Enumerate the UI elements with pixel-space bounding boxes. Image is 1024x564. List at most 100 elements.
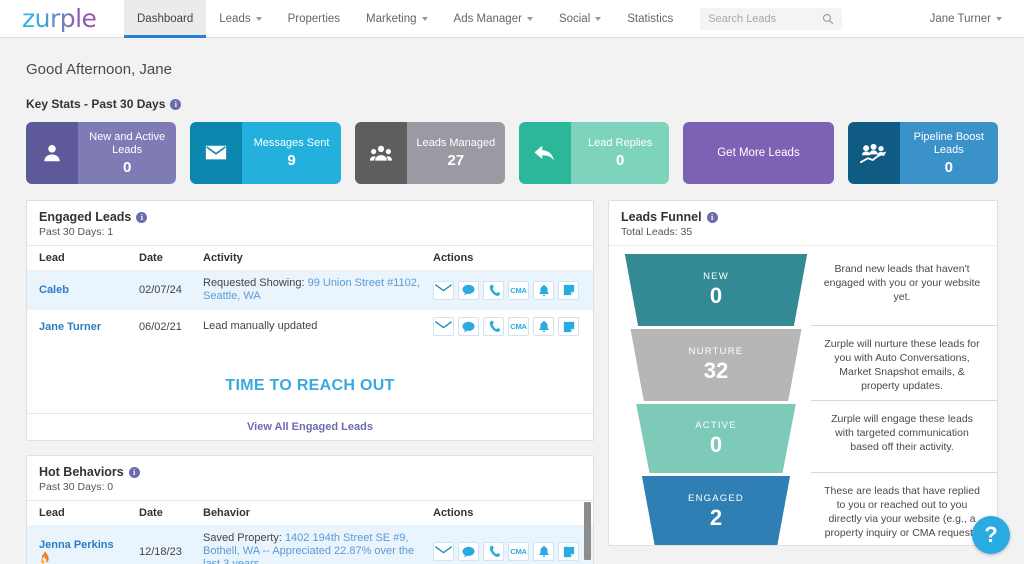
stat-card-get-more-leads[interactable]: Get More Leads [683, 122, 833, 184]
stat-card-leads-managed[interactable]: Leads Managed27 [355, 122, 505, 184]
stat-card-body: Get More Leads [683, 122, 833, 184]
chevron-down-icon [256, 17, 262, 21]
stat-card-body: Lead Replies0 [571, 122, 669, 184]
page-content: Good Afternoon, Jane Key Stats - Past 30… [0, 38, 1024, 564]
users-group-icon [355, 122, 407, 184]
leads-funnel-title: Leads Funnel [621, 210, 702, 224]
help-button[interactable]: ? [972, 516, 1010, 554]
lead-name-link[interactable]: Caleb [39, 284, 69, 296]
nav-item-social[interactable]: Social [546, 0, 614, 37]
main-nav-items: Dashboard Leads Properties Marketing Ads Man… [124, 0, 686, 37]
column-header-lead: Lead [27, 501, 139, 526]
note-icon[interactable] [558, 542, 579, 561]
funnel-stage-description: Brand new leads that haven't engaged wit… [811, 254, 997, 326]
column-header-behavior: Behavior [203, 501, 433, 526]
cma-icon[interactable]: CMA [508, 542, 529, 561]
table-row[interactable]: Jane Turner06/02/21Lead manually updated… [27, 310, 593, 343]
engaged-leads-panel: Engaged Leads i Past 30 Days: 1 LeadDate… [26, 200, 594, 441]
nav-item-properties[interactable]: Properties [275, 0, 353, 37]
info-icon[interactable]: i [129, 467, 140, 478]
column-header-date: Date [139, 246, 203, 271]
chat-bubble-icon[interactable] [458, 317, 479, 336]
funnel-stage-nurture[interactable]: NURTURE32Zurple will nurture these leads… [609, 329, 997, 401]
envelope-icon[interactable] [433, 542, 454, 561]
funnel-stage-active[interactable]: ACTIVE0Zurple will engage these leads wi… [609, 404, 997, 473]
nav-item-dashboard[interactable]: Dashboard [124, 0, 206, 37]
nav-item-ads-manager[interactable]: Ads Manager [441, 0, 546, 37]
lead-name-link[interactable]: Jenna Perkins [39, 539, 114, 551]
note-icon[interactable] [558, 281, 579, 300]
phone-icon[interactable] [483, 317, 504, 336]
chevron-down-icon [527, 17, 533, 21]
column-header-date: Date [139, 501, 203, 526]
view-all-engaged-leads-link[interactable]: View All Engaged Leads [27, 413, 593, 440]
table-row[interactable]: Caleb02/07/24Requested Showing: 99 Union… [27, 270, 593, 310]
funnel-stage-name: NEW [703, 271, 729, 282]
hot-behaviors-table: LeadDateBehaviorActions Jenna Perkins 12… [27, 500, 593, 564]
funnel-shape: NEW0 [621, 254, 811, 326]
phone-icon[interactable] [483, 542, 504, 561]
leads-funnel-subtitle: Total Leads: 35 [621, 226, 985, 238]
stat-card-value: 27 [447, 152, 464, 169]
bell-icon[interactable] [533, 317, 554, 336]
row-actions: CMA [433, 542, 587, 561]
nav-item-leads[interactable]: Leads [206, 0, 274, 37]
activity-text: Lead manually updated [203, 320, 427, 333]
funnel-shape: ENGAGED2 [621, 476, 811, 546]
nav-item-label: Marketing [366, 13, 417, 25]
cma-icon[interactable]: CMA [508, 317, 529, 336]
stat-card-body: New and Active Leads0 [78, 122, 176, 184]
phone-icon[interactable] [483, 281, 504, 300]
funnel-stage-value: 2 [710, 505, 722, 531]
engaged-leads-rows: Caleb02/07/24Requested Showing: 99 Union… [27, 270, 593, 343]
stat-card-label: Pipeline Boost Leads [905, 131, 993, 157]
note-icon[interactable] [558, 317, 579, 336]
lead-date: 02/07/24 [139, 270, 203, 310]
chat-bubble-icon[interactable] [458, 542, 479, 561]
stat-card-messages-sent[interactable]: Messages Sent9 [190, 122, 340, 184]
envelope-icon [190, 122, 242, 184]
app-logo[interactable]: zurple [0, 0, 108, 37]
info-icon[interactable]: i [136, 212, 147, 223]
cma-icon[interactable]: CMA [508, 281, 529, 300]
chevron-down-icon [996, 17, 1002, 21]
search-box[interactable] [700, 8, 842, 30]
envelope-icon[interactable] [433, 317, 454, 336]
stat-card-lead-replies[interactable]: Lead Replies0 [519, 122, 669, 184]
funnel-stage-value: 32 [704, 358, 728, 384]
table-row[interactable]: Jenna Perkins 12/18/23Saved Property: 14… [27, 525, 593, 564]
behavior-text: Saved Property: 1402 194th Street SE #9,… [203, 532, 427, 564]
stat-card-new-and-active-leads[interactable]: New and Active Leads0 [26, 122, 176, 184]
row-actions: CMA [433, 317, 587, 336]
fire-icon [39, 551, 133, 564]
funnel-stage-engaged[interactable]: ENGAGED2These are leads that have replie… [609, 476, 997, 546]
nav-item-statistics[interactable]: Statistics [614, 0, 686, 37]
stat-card-body: Leads Managed27 [407, 122, 505, 184]
engaged-leads-header: Engaged Leads i Past 30 Days: 1 [27, 201, 593, 245]
reply-arrow-icon [519, 122, 571, 184]
question-mark-icon: ? [984, 522, 997, 548]
stat-card-body: Messages Sent9 [242, 122, 340, 184]
info-icon[interactable]: i [707, 212, 718, 223]
engaged-leads-table: LeadDateActivityActions Caleb02/07/24Req… [27, 245, 593, 343]
user-menu[interactable]: Jane Turner [930, 0, 1024, 37]
bell-icon[interactable] [533, 542, 554, 561]
funnel-stage-new[interactable]: NEW0Brand new leads that haven't engaged… [609, 254, 997, 326]
search-icon[interactable] [822, 13, 834, 25]
chat-bubble-icon[interactable] [458, 281, 479, 300]
funnel-stage-description: These are leads that have replied to you… [811, 476, 997, 546]
vertical-scrollbar[interactable] [584, 502, 591, 560]
info-icon[interactable]: i [170, 99, 181, 110]
funnel-stage-value: 0 [710, 432, 722, 458]
stat-card-pipeline-boost-leads[interactable]: Pipeline Boost Leads0 [848, 122, 998, 184]
top-navigation-bar: zurple Dashboard Leads Properties Marketing… [0, 0, 1024, 38]
chevron-down-icon [595, 17, 601, 21]
envelope-icon[interactable] [433, 281, 454, 300]
search-input[interactable] [708, 13, 818, 25]
funnel-stage-name: NURTURE [689, 346, 744, 357]
leads-funnel-panel: Leads Funnel i Total Leads: 35 NEW0Brand… [608, 200, 998, 546]
lead-name-link[interactable]: Jane Turner [39, 321, 101, 333]
nav-item-label: Leads [219, 13, 250, 25]
nav-item-marketing[interactable]: Marketing [353, 0, 441, 37]
bell-icon[interactable] [533, 281, 554, 300]
